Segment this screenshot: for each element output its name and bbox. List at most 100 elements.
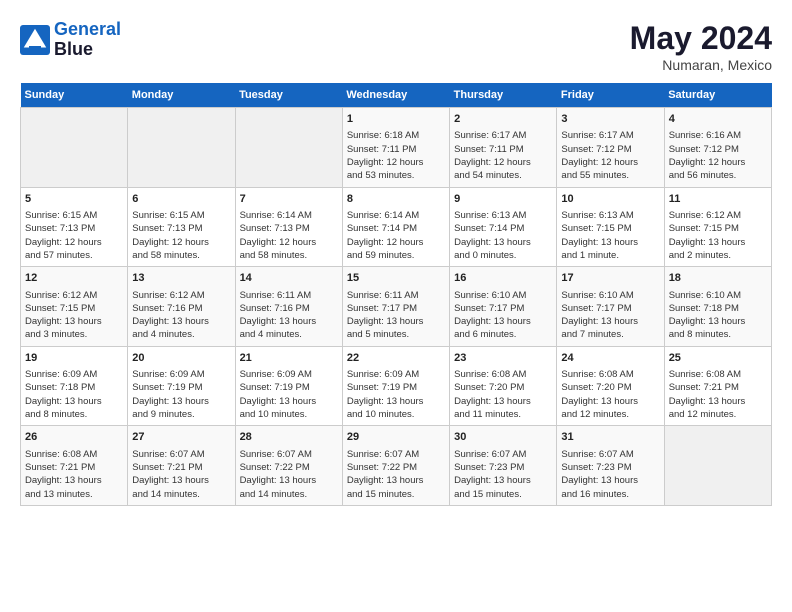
cell-content: Sunrise: 6:10 AM Sunset: 7:17 PM Dayligh… <box>454 289 552 342</box>
cell-content: Sunrise: 6:14 AM Sunset: 7:14 PM Dayligh… <box>347 209 445 262</box>
day-number: 28 <box>240 430 338 445</box>
day-number: 3 <box>561 112 659 127</box>
location: Numaran, Mexico <box>630 57 772 73</box>
day-number: 22 <box>347 351 445 366</box>
day-number: 25 <box>669 351 767 366</box>
day-number: 29 <box>347 430 445 445</box>
day-number: 8 <box>347 192 445 207</box>
day-number: 20 <box>132 351 230 366</box>
day-number: 21 <box>240 351 338 366</box>
cell-content: Sunrise: 6:17 AM Sunset: 7:12 PM Dayligh… <box>561 129 659 182</box>
day-number: 14 <box>240 271 338 286</box>
calendar-cell: 7Sunrise: 6:14 AM Sunset: 7:13 PM Daylig… <box>235 187 342 267</box>
weekday-header-row: SundayMondayTuesdayWednesdayThursdayFrid… <box>21 83 772 108</box>
day-number: 12 <box>25 271 123 286</box>
calendar-cell: 14 Sunrise: 6:11 AM Sunset: 7:16 PM Dayli… <box>235 267 342 347</box>
month-title: May 2024 <box>630 20 772 57</box>
day-number: 24 <box>561 351 659 366</box>
weekday-sunday: Sunday <box>21 83 128 108</box>
calendar-cell <box>128 108 235 188</box>
cell-content: Sunrise: 6:12 AM Sunset: 7:15 PM Dayligh… <box>25 289 123 342</box>
calendar-cell: 12 Sunrise: 6:12 AM Sunset: 7:15 PM Dayli… <box>21 267 128 347</box>
day-number: 16 <box>454 271 552 286</box>
cell-content: Sunrise: 6:08 AM Sunset: 7:20 PM Dayligh… <box>561 368 659 421</box>
calendar-cell: 27Sunrise: 6:07 AM Sunset: 7:21 PM Dayli… <box>128 426 235 506</box>
calendar-cell: 2Sunrise: 6:17 AM Sunset: 7:11 PM Daylig… <box>450 108 557 188</box>
weekday-friday: Friday <box>557 83 664 108</box>
calendar-cell <box>21 108 128 188</box>
title-block: May 2024 Numaran, Mexico <box>630 20 772 73</box>
weekday-thursday: Thursday <box>450 83 557 108</box>
day-number: 30 <box>454 430 552 445</box>
day-number: 19 <box>25 351 123 366</box>
cell-content: Sunrise: 6:09 AM Sunset: 7:19 PM Dayligh… <box>132 368 230 421</box>
day-number: 31 <box>561 430 659 445</box>
calendar-cell: 11Sunrise: 6:12 AM Sunset: 7:15 PM Dayli… <box>664 187 771 267</box>
day-number: 27 <box>132 430 230 445</box>
calendar-week-row: 26 Sunrise: 6:08 AM Sunset: 7:21 PM Dayli… <box>21 426 772 506</box>
page-header: GeneralBlue May 2024 Numaran, Mexico <box>20 20 772 73</box>
cell-content: Sunrise: 6:17 AM Sunset: 7:11 PM Dayligh… <box>454 129 552 182</box>
day-number: 18 <box>669 271 767 286</box>
calendar-cell: 10Sunrise: 6:13 AM Sunset: 7:15 PM Dayli… <box>557 187 664 267</box>
calendar-cell: 25Sunrise: 6:08 AM Sunset: 7:21 PM Dayli… <box>664 346 771 426</box>
cell-content: Sunrise: 6:09 AM Sunset: 7:18 PM Dayligh… <box>25 368 123 421</box>
cell-content: Sunrise: 6:16 AM Sunset: 7:12 PM Dayligh… <box>669 129 767 182</box>
weekday-monday: Monday <box>128 83 235 108</box>
calendar-cell: 15 Sunrise: 6:11 AM Sunset: 7:17 PM Dayli… <box>342 267 449 347</box>
day-number: 6 <box>132 192 230 207</box>
calendar-header: SundayMondayTuesdayWednesdayThursdayFrid… <box>21 83 772 108</box>
calendar-week-row: 19 Sunrise: 6:09 AM Sunset: 7:18 PM Dayli… <box>21 346 772 426</box>
cell-content: Sunrise: 6:07 AM Sunset: 7:22 PM Dayligh… <box>347 448 445 501</box>
calendar-table: SundayMondayTuesdayWednesdayThursdayFrid… <box>20 83 772 506</box>
day-number: 26 <box>25 430 123 445</box>
calendar-cell: 23 Sunrise: 6:08 AM Sunset: 7:20 PM Dayli… <box>450 346 557 426</box>
cell-content: Sunrise: 6:09 AM Sunset: 7:19 PM Dayligh… <box>240 368 338 421</box>
day-number: 23 <box>454 351 552 366</box>
cell-content: Sunrise: 6:08 AM Sunset: 7:21 PM Dayligh… <box>25 448 123 501</box>
calendar-cell: 30Sunrise: 6:07 AM Sunset: 7:23 PM Dayli… <box>450 426 557 506</box>
weekday-wednesday: Wednesday <box>342 83 449 108</box>
logo-icon <box>20 25 50 55</box>
calendar-body: 1Sunrise: 6:18 AM Sunset: 7:11 PM Daylig… <box>21 108 772 506</box>
calendar-cell: 19 Sunrise: 6:09 AM Sunset: 7:18 PM Dayli… <box>21 346 128 426</box>
day-number: 13 <box>132 271 230 286</box>
cell-content: Sunrise: 6:15 AM Sunset: 7:13 PM Dayligh… <box>25 209 123 262</box>
calendar-cell: 3 Sunrise: 6:17 AM Sunset: 7:12 PM Daylig… <box>557 108 664 188</box>
calendar-week-row: 1Sunrise: 6:18 AM Sunset: 7:11 PM Daylig… <box>21 108 772 188</box>
day-number: 15 <box>347 271 445 286</box>
calendar-cell: 16 Sunrise: 6:10 AM Sunset: 7:17 PM Dayli… <box>450 267 557 347</box>
calendar-week-row: 12 Sunrise: 6:12 AM Sunset: 7:15 PM Dayli… <box>21 267 772 347</box>
calendar-cell: 18 Sunrise: 6:10 AM Sunset: 7:18 PM Dayli… <box>664 267 771 347</box>
calendar-cell: 5 Sunrise: 6:15 AM Sunset: 7:13 PM Daylig… <box>21 187 128 267</box>
calendar-cell: 6 Sunrise: 6:15 AM Sunset: 7:13 PM Daylig… <box>128 187 235 267</box>
calendar-cell: 17 Sunrise: 6:10 AM Sunset: 7:17 PM Dayli… <box>557 267 664 347</box>
calendar-week-row: 5 Sunrise: 6:15 AM Sunset: 7:13 PM Daylig… <box>21 187 772 267</box>
logo: GeneralBlue <box>20 20 121 60</box>
logo-text: GeneralBlue <box>54 20 121 60</box>
weekday-tuesday: Tuesday <box>235 83 342 108</box>
calendar-cell: 9Sunrise: 6:13 AM Sunset: 7:14 PM Daylig… <box>450 187 557 267</box>
cell-content: Sunrise: 6:08 AM Sunset: 7:20 PM Dayligh… <box>454 368 552 421</box>
calendar-cell: 13 Sunrise: 6:12 AM Sunset: 7:16 PM Dayli… <box>128 267 235 347</box>
cell-content: Sunrise: 6:11 AM Sunset: 7:16 PM Dayligh… <box>240 289 338 342</box>
calendar-cell: 26 Sunrise: 6:08 AM Sunset: 7:21 PM Dayli… <box>21 426 128 506</box>
calendar-cell: 22 Sunrise: 6:09 AM Sunset: 7:19 PM Dayli… <box>342 346 449 426</box>
calendar-cell: 4Sunrise: 6:16 AM Sunset: 7:12 PM Daylig… <box>664 108 771 188</box>
day-number: 7 <box>240 192 338 207</box>
cell-content: Sunrise: 6:11 AM Sunset: 7:17 PM Dayligh… <box>347 289 445 342</box>
cell-content: Sunrise: 6:13 AM Sunset: 7:15 PM Dayligh… <box>561 209 659 262</box>
day-number: 9 <box>454 192 552 207</box>
day-number: 5 <box>25 192 123 207</box>
cell-content: Sunrise: 6:07 AM Sunset: 7:23 PM Dayligh… <box>561 448 659 501</box>
calendar-cell: 24 Sunrise: 6:08 AM Sunset: 7:20 PM Dayli… <box>557 346 664 426</box>
cell-content: Sunrise: 6:10 AM Sunset: 7:17 PM Dayligh… <box>561 289 659 342</box>
weekday-saturday: Saturday <box>664 83 771 108</box>
day-number: 17 <box>561 271 659 286</box>
cell-content: Sunrise: 6:09 AM Sunset: 7:19 PM Dayligh… <box>347 368 445 421</box>
calendar-cell: 1Sunrise: 6:18 AM Sunset: 7:11 PM Daylig… <box>342 108 449 188</box>
cell-content: Sunrise: 6:12 AM Sunset: 7:16 PM Dayligh… <box>132 289 230 342</box>
cell-content: Sunrise: 6:07 AM Sunset: 7:22 PM Dayligh… <box>240 448 338 501</box>
cell-content: Sunrise: 6:10 AM Sunset: 7:18 PM Dayligh… <box>669 289 767 342</box>
cell-content: Sunrise: 6:15 AM Sunset: 7:13 PM Dayligh… <box>132 209 230 262</box>
